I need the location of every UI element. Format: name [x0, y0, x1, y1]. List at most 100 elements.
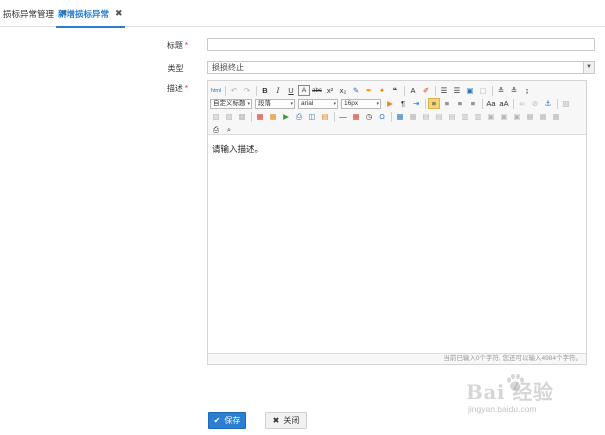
- custom-title-select[interactable]: 自定义标题 ▾: [210, 98, 252, 109]
- background-color-icon[interactable]: ✐: [420, 85, 432, 96]
- unordered-list-icon[interactable]: ☰: [451, 85, 463, 96]
- align-left-icon[interactable]: ≡: [428, 98, 440, 109]
- insert-row-above-icon[interactable]: ▤: [420, 111, 432, 122]
- auto-format-icon[interactable]: ✦: [376, 85, 388, 96]
- special-chars-icon[interactable]: Ω: [376, 111, 388, 122]
- merge-cells-icon[interactable]: ▣: [485, 111, 497, 122]
- merge-down-icon[interactable]: ▣: [511, 111, 523, 122]
- ordered-list-icon[interactable]: ☰: [438, 85, 450, 96]
- template-icon[interactable]: ▤: [319, 111, 331, 122]
- combo-label: 16px: [344, 99, 359, 107]
- print-icon[interactable]: ⎙: [210, 124, 222, 135]
- combo-label: arial: [301, 99, 314, 107]
- required-mark: *: [184, 84, 188, 93]
- image-left-icon[interactable]: ▧: [210, 111, 222, 122]
- remove-format-icon[interactable]: ✎: [350, 85, 362, 96]
- image-float-none-icon[interactable]: ▨: [560, 98, 572, 109]
- direction-ltr-icon[interactable]: ▶: [384, 98, 396, 109]
- rich-text-editor[interactable]: html ↶ ↷ B I U A abc x² x₂ ✎ ✒ ✦ ❝ A ✐ ☰…: [207, 80, 587, 365]
- chevron-down-icon: ▾: [290, 100, 293, 107]
- horizontal-rule-icon[interactable]: —: [337, 111, 349, 122]
- video-icon[interactable]: ▶: [280, 111, 292, 122]
- divider: [334, 111, 335, 122]
- font-border-icon[interactable]: A: [298, 85, 310, 96]
- underline-icon[interactable]: U: [285, 85, 297, 96]
- font-color-icon[interactable]: A: [407, 85, 419, 96]
- line-height-icon[interactable]: ↨: [521, 85, 533, 96]
- split-rows-icon[interactable]: ▦: [537, 111, 549, 122]
- html-source-icon[interactable]: html: [210, 85, 222, 96]
- title-input[interactable]: [207, 38, 595, 51]
- close-icon[interactable]: ✖: [115, 8, 123, 19]
- tab-label: 损标异常管理: [3, 8, 55, 19]
- link-icon[interactable]: ∞: [516, 98, 528, 109]
- format-painter-icon[interactable]: ✒: [363, 85, 375, 96]
- insert-row-below-icon[interactable]: ▤: [433, 111, 445, 122]
- save-label: 保存: [224, 416, 241, 425]
- type-label: 类型: [128, 63, 188, 74]
- strikethrough-icon[interactable]: abc: [311, 85, 323, 96]
- tab-label: 新增损标异常: [58, 8, 110, 19]
- merge-right-icon[interactable]: ▣: [498, 111, 510, 122]
- divider: [391, 111, 392, 122]
- save-button[interactable]: ✔ 保存: [208, 412, 246, 429]
- row-spacing-bottom-icon[interactable]: ≚: [508, 85, 520, 96]
- delete-table-icon[interactable]: ▦: [407, 111, 419, 122]
- desc-label-text: 描述: [166, 84, 183, 93]
- search-replace-icon[interactable]: ⌕: [223, 124, 235, 135]
- align-justify-icon[interactable]: ≡: [467, 98, 479, 109]
- to-upper-icon[interactable]: Aa: [485, 98, 497, 109]
- title-label: 标题 *: [128, 40, 188, 51]
- image-center-icon[interactable]: ▩: [236, 111, 248, 122]
- time-icon[interactable]: ◷: [363, 111, 375, 122]
- close-button[interactable]: ✖ 关闭: [265, 412, 307, 429]
- tab-add-loss-exception[interactable]: 新增损标异常 ✖: [56, 0, 125, 28]
- attachment-icon[interactable]: ⎙: [293, 111, 305, 122]
- direction-rtl-icon[interactable]: ¶: [397, 98, 409, 109]
- subscript-icon[interactable]: x₂: [337, 85, 349, 96]
- required-mark: *: [184, 41, 188, 50]
- to-lower-icon[interactable]: aA: [498, 98, 510, 109]
- select-all-icon[interactable]: ▣: [464, 85, 476, 96]
- editor-toolbar: html ↶ ↷ B I U A abc x² x₂ ✎ ✒ ✦ ❝ A ✐ ☰…: [208, 81, 586, 135]
- insert-table-icon[interactable]: ▦: [394, 111, 406, 122]
- font-size-select[interactable]: 16px ▾: [341, 98, 381, 109]
- paw-icon: [507, 373, 524, 391]
- superscript-icon[interactable]: x²: [324, 85, 336, 96]
- paragraph-select[interactable]: 段落 ▾: [255, 98, 295, 109]
- clear-doc-icon[interactable]: ▢: [477, 85, 489, 96]
- date-icon[interactable]: ▦: [350, 111, 362, 122]
- divider: [557, 98, 558, 109]
- redo-icon[interactable]: ↷: [241, 85, 253, 96]
- align-right-icon[interactable]: ≡: [454, 98, 466, 109]
- image-icon[interactable]: ▦: [254, 111, 266, 122]
- undo-icon[interactable]: ↶: [228, 85, 240, 96]
- blockquote-icon[interactable]: ❝: [389, 85, 401, 96]
- indent-icon[interactable]: ⇥: [410, 98, 422, 109]
- desc-label: 描述 *: [128, 83, 188, 94]
- italic-icon[interactable]: I: [272, 85, 284, 96]
- align-center-icon[interactable]: ≡: [441, 98, 453, 109]
- editor-content[interactable]: 请输入描述。: [212, 143, 263, 155]
- image-right-icon[interactable]: ▨: [223, 111, 235, 122]
- delete-col-icon[interactable]: ▥: [472, 111, 484, 122]
- chevron-down-icon[interactable]: ▼: [583, 62, 594, 73]
- close-label: 关闭: [283, 416, 300, 425]
- tab-bar: 损标异常管理 ✖ 新增损标异常 ✖: [0, 0, 605, 28]
- insert-col-icon[interactable]: ▥: [459, 111, 471, 122]
- delete-row-icon[interactable]: ▤: [446, 111, 458, 122]
- row-spacing-top-icon[interactable]: ≛: [495, 85, 507, 96]
- close-icon: ✖: [272, 416, 280, 425]
- split-cells-icon[interactable]: ▦: [524, 111, 536, 122]
- bold-icon[interactable]: B: [259, 85, 271, 96]
- anchor-icon[interactable]: ⚓: [542, 98, 554, 109]
- type-select[interactable]: 损损终止 ▼: [207, 61, 595, 74]
- unlink-icon[interactable]: ⊘: [529, 98, 541, 109]
- divider: [251, 111, 252, 122]
- split-cols-icon[interactable]: ▦: [550, 111, 562, 122]
- map-icon[interactable]: ◫: [306, 111, 318, 122]
- divider: [435, 85, 436, 96]
- font-family-select[interactable]: arial ▾: [298, 98, 338, 109]
- chevron-down-icon: ▾: [333, 100, 336, 107]
- multi-image-icon[interactable]: ▦: [267, 111, 279, 122]
